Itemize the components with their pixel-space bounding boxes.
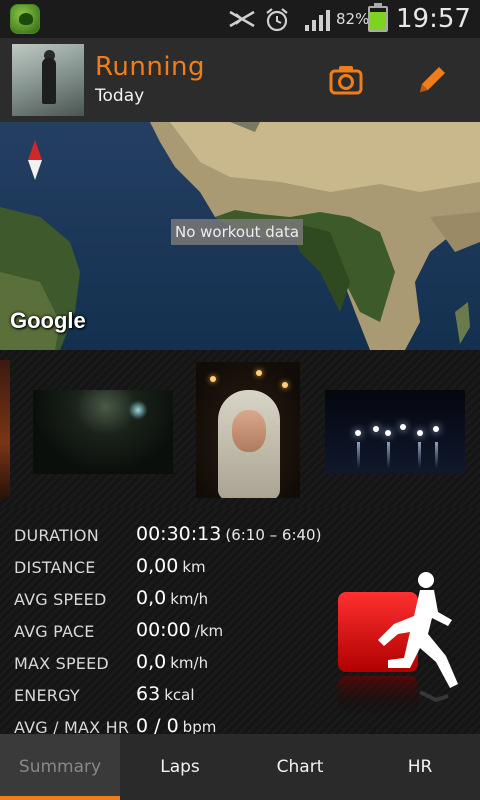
bottom-tab-bar: Summary Laps Chart HR (0, 734, 480, 800)
app-badge-icon (10, 4, 40, 34)
max-speed-label: MAX SPEED (14, 654, 109, 673)
duration-value: 00:30:13 (6:10 – 6:40) (136, 523, 322, 545)
duration-label: DURATION (14, 526, 99, 545)
energy-value: 63 kcal (136, 683, 195, 705)
battery-icon (368, 3, 388, 32)
tab-chart[interactable]: Chart (240, 734, 360, 800)
mute-icon (226, 8, 258, 34)
photo-thumbnail[interactable] (0, 360, 10, 498)
edit-button[interactable] (412, 60, 452, 100)
google-attribution: Google (10, 308, 86, 333)
page-subtitle: Today (95, 86, 145, 106)
no-workout-data-label: No workout data (171, 219, 304, 245)
photo-thumbnail[interactable] (325, 390, 465, 474)
avg-speed-value: 0,0 km/h (136, 587, 209, 609)
tab-laps[interactable]: Laps (120, 734, 240, 800)
workout-map[interactable]: No workout data Google (0, 122, 480, 350)
signal-icon (304, 8, 334, 36)
battery-level-fill (370, 11, 386, 30)
avg-speed-label: AVG SPEED (14, 590, 107, 609)
avg-pace-label: AVG PACE (14, 622, 95, 641)
photo-thumbnail[interactable] (196, 362, 300, 498)
clock: 19:57 (396, 4, 471, 34)
tab-summary[interactable]: Summary (0, 734, 120, 800)
page-title: Running (95, 52, 206, 82)
status-bar: 82% 19:57 (0, 0, 480, 38)
photo-strip[interactable] (0, 350, 480, 508)
edit-icon (420, 67, 445, 92)
max-speed-value: 0,0 km/h (136, 651, 209, 673)
camera-button[interactable] (326, 60, 366, 100)
workout-thumbnail[interactable] (12, 44, 84, 116)
camera-icon (329, 66, 363, 95)
battery-percent: 82% (336, 10, 370, 28)
alarm-icon (264, 8, 290, 36)
distance-label: DISTANCE (14, 558, 96, 577)
workout-header: Running Today (0, 38, 480, 122)
photo-thumbnail[interactable] (33, 390, 173, 474)
tab-hr[interactable]: HR (360, 734, 480, 800)
compass-icon[interactable] (28, 140, 42, 180)
energy-label: ENERGY (14, 686, 80, 705)
distance-value: 0,00 km (136, 555, 206, 577)
running-sport-icon[interactable] (336, 572, 462, 732)
avg-pace-value: 00:00/km (136, 619, 224, 641)
